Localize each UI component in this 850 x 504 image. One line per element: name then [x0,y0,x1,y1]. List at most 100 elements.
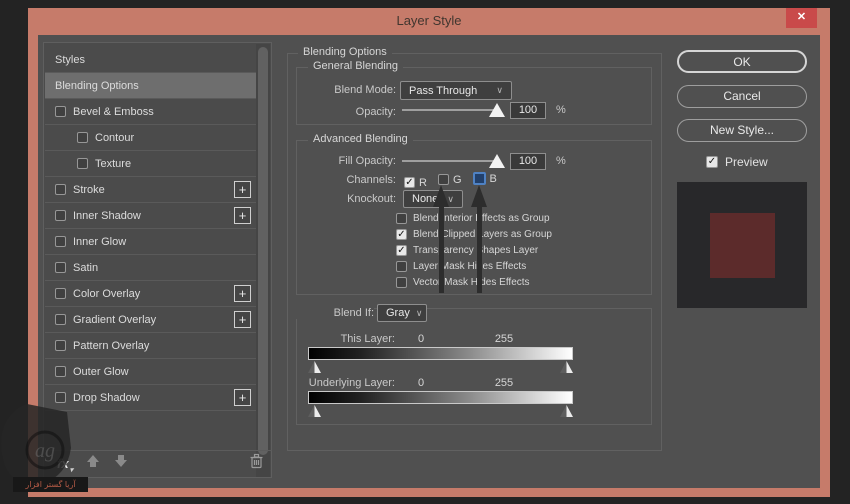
sidebar-item-styles[interactable]: Styles [45,47,257,73]
sidebar-item-gradient-overlay[interactable]: Gradient Overlay + [45,307,257,333]
sidebar-item-pattern-overlay[interactable]: Pattern Overlay [45,333,257,359]
cancel-button[interactable]: Cancel [677,85,807,108]
fill-opacity-slider-track[interactable] [402,160,500,162]
fill-opacity-percent-sign: % [556,155,566,167]
blend-mode-value: Pass Through [409,85,490,97]
blend-if-group [296,308,652,425]
knockout-dropdown[interactable]: None ∨ [403,190,463,208]
dialog-title: Layer Style [28,13,830,28]
ok-button[interactable]: OK [677,50,807,73]
opacity-value-box[interactable]: 100 [510,102,546,119]
option-blend-interior-effects-as-group[interactable]: Blend Interior Effects as Group [396,210,552,226]
preview-thumbnail [677,182,807,308]
channel-r[interactable]: ✓R [404,177,427,189]
new-style-button[interactable]: New Style... [677,119,807,142]
sidebar-item-inner-shadow[interactable]: Inner Shadow+ [45,203,257,229]
add-effect-button[interactable]: + [234,389,251,406]
effect-checkbox[interactable] [55,340,66,351]
close-button[interactable]: ✕ [786,8,817,28]
sidebar-item-texture[interactable]: Texture [45,151,257,177]
trash-icon [249,453,264,469]
option-blend-clipped-layers-as-group[interactable]: ✓Blend Clipped Layers as Group [396,226,552,242]
effect-checkbox[interactable] [55,366,66,377]
sidebar-item-inner-glow[interactable]: Inner Glow [45,229,257,255]
add-effect-button[interactable]: + [234,181,251,198]
option-label: Layer Mask Hides Effects [413,261,526,272]
sidebar-item-blending-options[interactable]: Blending Options [45,73,257,99]
option-checkbox[interactable]: ✓ [396,245,407,256]
sidebar-item-outer-glow[interactable]: Outer Glow [45,359,257,385]
opacity-slider-track[interactable] [402,109,500,111]
scrollbar-thumb[interactable] [258,47,268,455]
effect-checkbox[interactable] [77,132,88,143]
this-layer-max: 255 [490,333,518,345]
move-effect-up-button[interactable] [86,454,100,473]
sidebar-item-label: Inner Glow [73,236,126,248]
effect-checkbox[interactable] [55,288,66,299]
this-layer-min: 0 [414,333,428,345]
option-checkbox[interactable]: ✓ [396,229,407,240]
option-transparency-shapes-layer[interactable]: ✓Transparency Shapes Layer [396,242,552,258]
underlying-layer-max: 255 [490,377,518,389]
sidebar-item-bevel-emboss[interactable]: Bevel & Emboss [45,99,257,125]
dialog-titlebar[interactable]: Layer Style ✕ [28,8,830,35]
watermark-credit: آریا گستر افزار [13,477,88,492]
effect-checkbox[interactable] [55,106,66,117]
sidebar-item-stroke[interactable]: Stroke + [45,177,257,203]
blending-options-label: Blending Options [298,46,392,58]
channel-b[interactable]: B [473,172,497,185]
option-vector-mask-hides-effects[interactable]: Vector Mask Hides Effects [396,274,552,290]
option-checkbox[interactable] [396,277,407,288]
effect-checkbox[interactable] [55,314,66,325]
effect-checkbox[interactable] [55,262,66,273]
preview-toggle[interactable]: ✓ Preview [706,155,768,169]
blend-if-value: Gray [386,307,410,319]
underlying-layer-gradient-bar [308,391,573,404]
sidebar-item-satin[interactable]: Satin [45,255,257,281]
chevron-down-icon: ∨ [447,194,454,205]
underlying-layer-min: 0 [414,377,428,389]
option-checkbox[interactable] [396,261,407,272]
blend-mode-label: Blend Mode: [296,84,396,96]
watermark-monogram: ag [35,440,55,462]
effect-checkbox[interactable] [55,184,66,195]
effect-checkbox[interactable] [77,158,88,169]
opacity-percent-sign: % [556,104,566,116]
sidebar-item-label: Contour [95,132,134,144]
knockout-label: Knockout: [296,193,396,205]
this-layer-label: This Layer: [296,333,395,345]
sidebar-item-label: Pattern Overlay [73,340,149,352]
layer-style-dialog: Layer Style ✕ Styles Blending Options Beve… [28,8,830,497]
add-effect-button[interactable]: + [234,207,251,224]
option-layer-mask-hides-effects[interactable]: Layer Mask Hides Effects [396,258,552,274]
sidebar-item-contour[interactable]: Contour [45,125,257,151]
sidebar-item-label: Texture [95,158,131,170]
sidebar-scrollbar[interactable] [256,44,270,477]
general-blending-legend: General Blending [308,60,403,72]
blend-mode-dropdown[interactable]: Pass Through ∨ [400,81,512,100]
add-effect-button[interactable]: + [234,285,251,302]
move-effect-down-button[interactable] [114,454,128,473]
fill-opacity-value-box[interactable]: 100 [510,153,546,170]
blend-if-dropdown[interactable]: Gray ∨ [377,304,427,322]
sidebar-item-label: Bevel & Emboss [73,106,154,118]
sidebar-item-label: Stroke [73,184,105,196]
channel-checkbox[interactable] [473,172,486,185]
advanced-options-list: Blend Interior Effects as Group✓Blend Cl… [396,210,552,290]
preview-checkbox[interactable]: ✓ [706,156,718,168]
underlying-layer-label: Underlying Layer: [296,377,395,389]
option-label: Vector Mask Hides Effects [413,277,530,288]
sidebar-item-color-overlay[interactable]: Color Overlay+ [45,281,257,307]
channel-checkbox[interactable] [438,174,449,185]
effect-checkbox[interactable] [55,210,66,221]
option-checkbox[interactable] [396,213,407,224]
effect-checkbox[interactable] [55,236,66,247]
channel-g[interactable]: G [438,174,462,186]
delete-effect-button[interactable] [249,453,264,474]
sidebar-item-label: Gradient Overlay [73,314,156,326]
channel-checkbox[interactable]: ✓ [404,177,415,188]
chevron-down-icon: ∨ [416,308,423,319]
advanced-blending-legend: Advanced Blending [308,133,413,145]
sidebar-item-label: Styles [55,54,85,66]
add-effect-button[interactable]: + [234,311,251,328]
